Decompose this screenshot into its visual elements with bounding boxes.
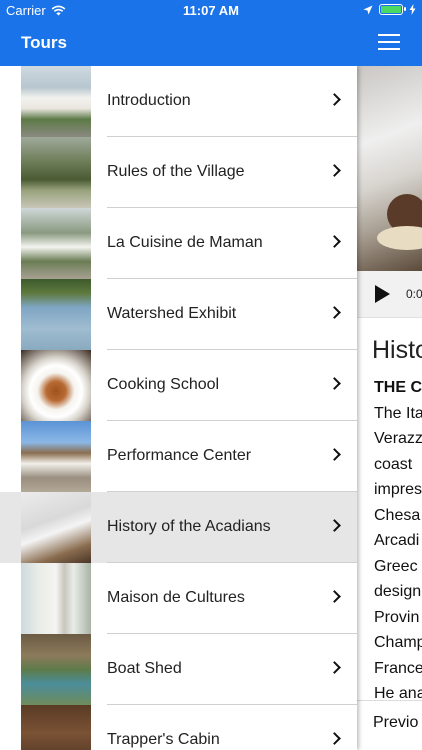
- menu-item[interactable]: Maison de Cultures: [0, 563, 357, 634]
- chevron-right-icon: [328, 661, 341, 674]
- play-icon[interactable]: [375, 285, 390, 303]
- menu-item-label: Performance Center: [107, 447, 252, 464]
- thumbnail-image: [21, 421, 91, 492]
- thumbnail-image: [21, 350, 91, 421]
- player-time: 0:0: [406, 287, 422, 301]
- menu-item-label: Maison de Cultures: [107, 589, 245, 606]
- status-time: 11:07 AM: [183, 3, 239, 18]
- menu-item-label: Boat Shed: [107, 660, 182, 677]
- battery-icon: [379, 4, 406, 15]
- detail-footer: Previo: [357, 700, 422, 750]
- chevron-right-icon: [328, 164, 341, 177]
- thumbnail-image: [21, 563, 91, 634]
- thumbnail-image: [21, 492, 91, 563]
- thumbnail-image: [21, 634, 91, 705]
- location-arrow-icon: [363, 5, 373, 14]
- menu-item-selected[interactable]: History of the Acadians: [0, 492, 357, 563]
- status-right: [363, 4, 416, 15]
- detail-panel: 0:0 Histo THE C The Ita Verazz coast impres C…: [357, 66, 422, 750]
- chevron-right-icon: [328, 732, 341, 745]
- thumbnail-image: [21, 66, 91, 137]
- detail-hero-image: [357, 66, 422, 271]
- bowl-shape: [377, 226, 422, 250]
- detail-body-line: Champ: [374, 634, 422, 651]
- detail-body: THE C The Ita Verazz coast impres Chesa Arcadi…: [374, 375, 422, 707]
- status-bar: Carrier 11:07 AM: [0, 0, 422, 22]
- audio-player: 0:0: [357, 271, 422, 318]
- menu-item[interactable]: Trapper's Cabin: [0, 705, 357, 750]
- detail-body-line: Arcadi: [374, 532, 420, 549]
- menu-item[interactable]: Introduction: [0, 66, 357, 137]
- menu-item[interactable]: Cooking School: [0, 350, 357, 421]
- detail-body-line: Verazz: [374, 430, 422, 447]
- detail-body-line: Chesa: [374, 506, 421, 524]
- detail-body-line: The Ita: [374, 404, 422, 422]
- menu-item-label: Trapper's Cabin: [107, 731, 220, 748]
- detail-body-line: Provin: [374, 608, 420, 626]
- menu-item[interactable]: Performance Center: [0, 421, 357, 492]
- hamburger-icon-line: [378, 34, 400, 36]
- menu-item-label: Watershed Exhibit: [107, 305, 237, 322]
- detail-body-line: France: [374, 659, 422, 677]
- menu-item[interactable]: Boat Shed: [0, 634, 357, 705]
- hamburger-icon-line: [378, 48, 400, 50]
- chevron-right-icon: [328, 519, 341, 532]
- menu-item[interactable]: La Cuisine de Maman: [0, 208, 357, 279]
- detail-heading: Histo: [372, 336, 422, 364]
- previous-link[interactable]: Previo: [373, 714, 418, 732]
- menu-item[interactable]: Rules of the Village: [0, 137, 357, 208]
- thumbnail-image: [21, 208, 91, 279]
- detail-body-line: design: [374, 583, 422, 600]
- charging-bolt-icon: [409, 4, 416, 15]
- thumbnail-image: [21, 705, 91, 750]
- menu-item-label: Cooking School: [107, 376, 220, 393]
- thumbnail-image: [21, 279, 91, 350]
- nav-title: Tours: [21, 33, 67, 52]
- chevron-right-icon: [328, 306, 341, 319]
- side-menu: Introduction Rules of the Village La Cui…: [0, 66, 357, 750]
- detail-body-line: Greec: [374, 557, 418, 575]
- hamburger-icon-line: [378, 41, 400, 43]
- thumbnail-image: [21, 137, 91, 208]
- menu-item-label: History of the Acadians: [107, 518, 271, 535]
- hamburger-menu-button[interactable]: [378, 34, 400, 52]
- menu-item-label: Introduction: [107, 92, 191, 109]
- chevron-right-icon: [328, 235, 341, 248]
- menu-item-label: Rules of the Village: [107, 163, 245, 180]
- battery-level: [381, 6, 401, 13]
- chevron-right-icon: [328, 448, 341, 461]
- detail-body-line: THE C: [374, 379, 422, 396]
- detail-body-line: impres: [374, 481, 422, 498]
- detail-body-line: coast: [374, 455, 413, 473]
- chevron-right-icon: [328, 590, 341, 603]
- chevron-right-icon: [328, 93, 341, 106]
- menu-item[interactable]: Watershed Exhibit: [0, 279, 357, 350]
- menu-item-label: La Cuisine de Maman: [107, 234, 263, 251]
- chevron-right-icon: [328, 377, 341, 390]
- nav-bar: Tours: [0, 22, 422, 66]
